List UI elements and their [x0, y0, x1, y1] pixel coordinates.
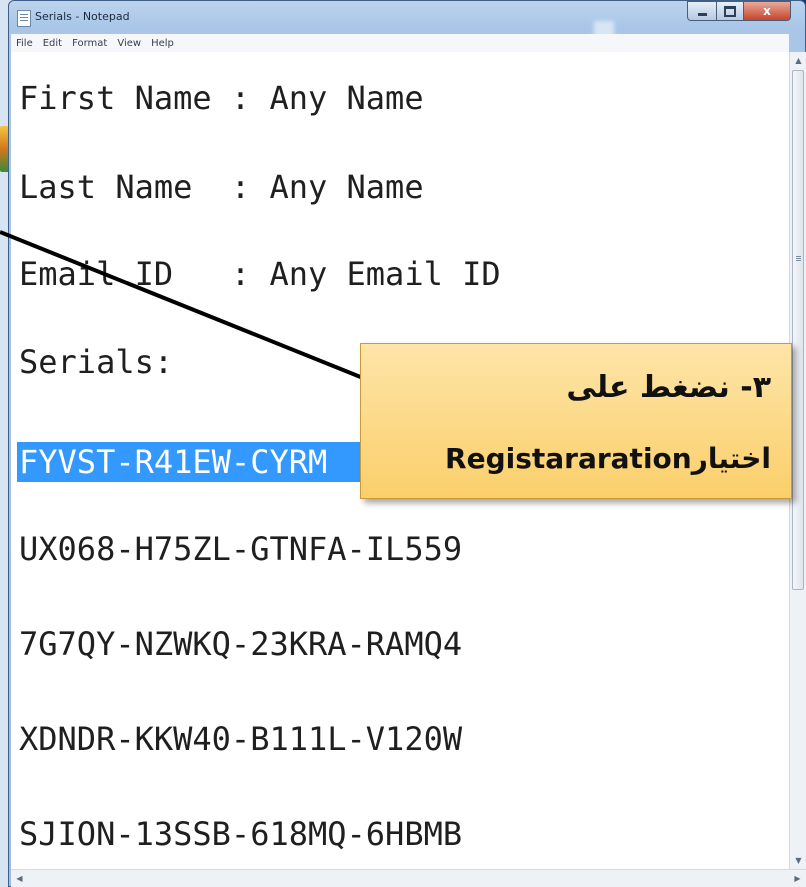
vertical-scroll-thumb[interactable] — [792, 70, 804, 590]
maximize-button[interactable] — [716, 1, 744, 21]
grip-icon — [796, 256, 801, 257]
callout-latin-term: Registararation — [445, 442, 692, 475]
scroll-right-icon[interactable]: ▶ — [789, 870, 806, 887]
callout-arabic-term: اختيار — [691, 442, 771, 475]
menu-bar: File Edit Format View Help — [11, 34, 789, 52]
text-line-email: Email ID : Any Email ID — [19, 255, 501, 293]
maximize-icon — [724, 5, 736, 17]
close-icon: x — [763, 4, 771, 18]
text-line-serials-heading: Serials: — [19, 343, 174, 381]
minimize-button[interactable] — [687, 1, 717, 21]
text-line-serial: UX068-H75ZL-GTNFA-IL559 — [19, 530, 463, 568]
menu-view[interactable]: View — [112, 38, 146, 49]
callout-step-text: ٣- نضغط على — [566, 370, 771, 405]
instruction-callout: ٣- نضغط على Registararationاختيار — [360, 343, 792, 499]
menu-help[interactable]: Help — [146, 38, 179, 49]
text-line-serial-selected: FYVST-R41EW-CYRM — [19, 443, 328, 481]
notepad-icon — [17, 10, 31, 27]
scroll-left-icon[interactable]: ◀ — [11, 870, 28, 887]
close-button[interactable]: x — [743, 1, 791, 21]
text-line-serial: XDNDR-KKW40-B111L-V120W — [19, 720, 463, 758]
callout-action-text: Registararationاختيار — [379, 442, 771, 475]
title-bar[interactable]: Serials - Notepad x — [9, 1, 805, 43]
scroll-down-icon[interactable]: ▼ — [790, 852, 806, 869]
text-line-last-name: Last Name : Any Name — [19, 168, 424, 206]
minimize-icon — [697, 12, 707, 16]
text-line-serial: 7G7QY-NZWKQ-23KRA-RAMQ4 — [19, 625, 463, 663]
menu-edit[interactable]: Edit — [38, 38, 67, 49]
menu-format[interactable]: Format — [67, 38, 112, 49]
scroll-up-icon[interactable]: ▲ — [790, 52, 806, 69]
text-line-first-name: First Name : Any Name — [19, 79, 424, 117]
horizontal-scrollbar[interactable]: ◀ ▶ — [11, 869, 806, 887]
window-title: Serials - Notepad — [35, 10, 130, 23]
menu-file[interactable]: File — [11, 38, 38, 49]
text-line-serial: SJION-13SSB-618MQ-6HBMB — [19, 815, 463, 853]
